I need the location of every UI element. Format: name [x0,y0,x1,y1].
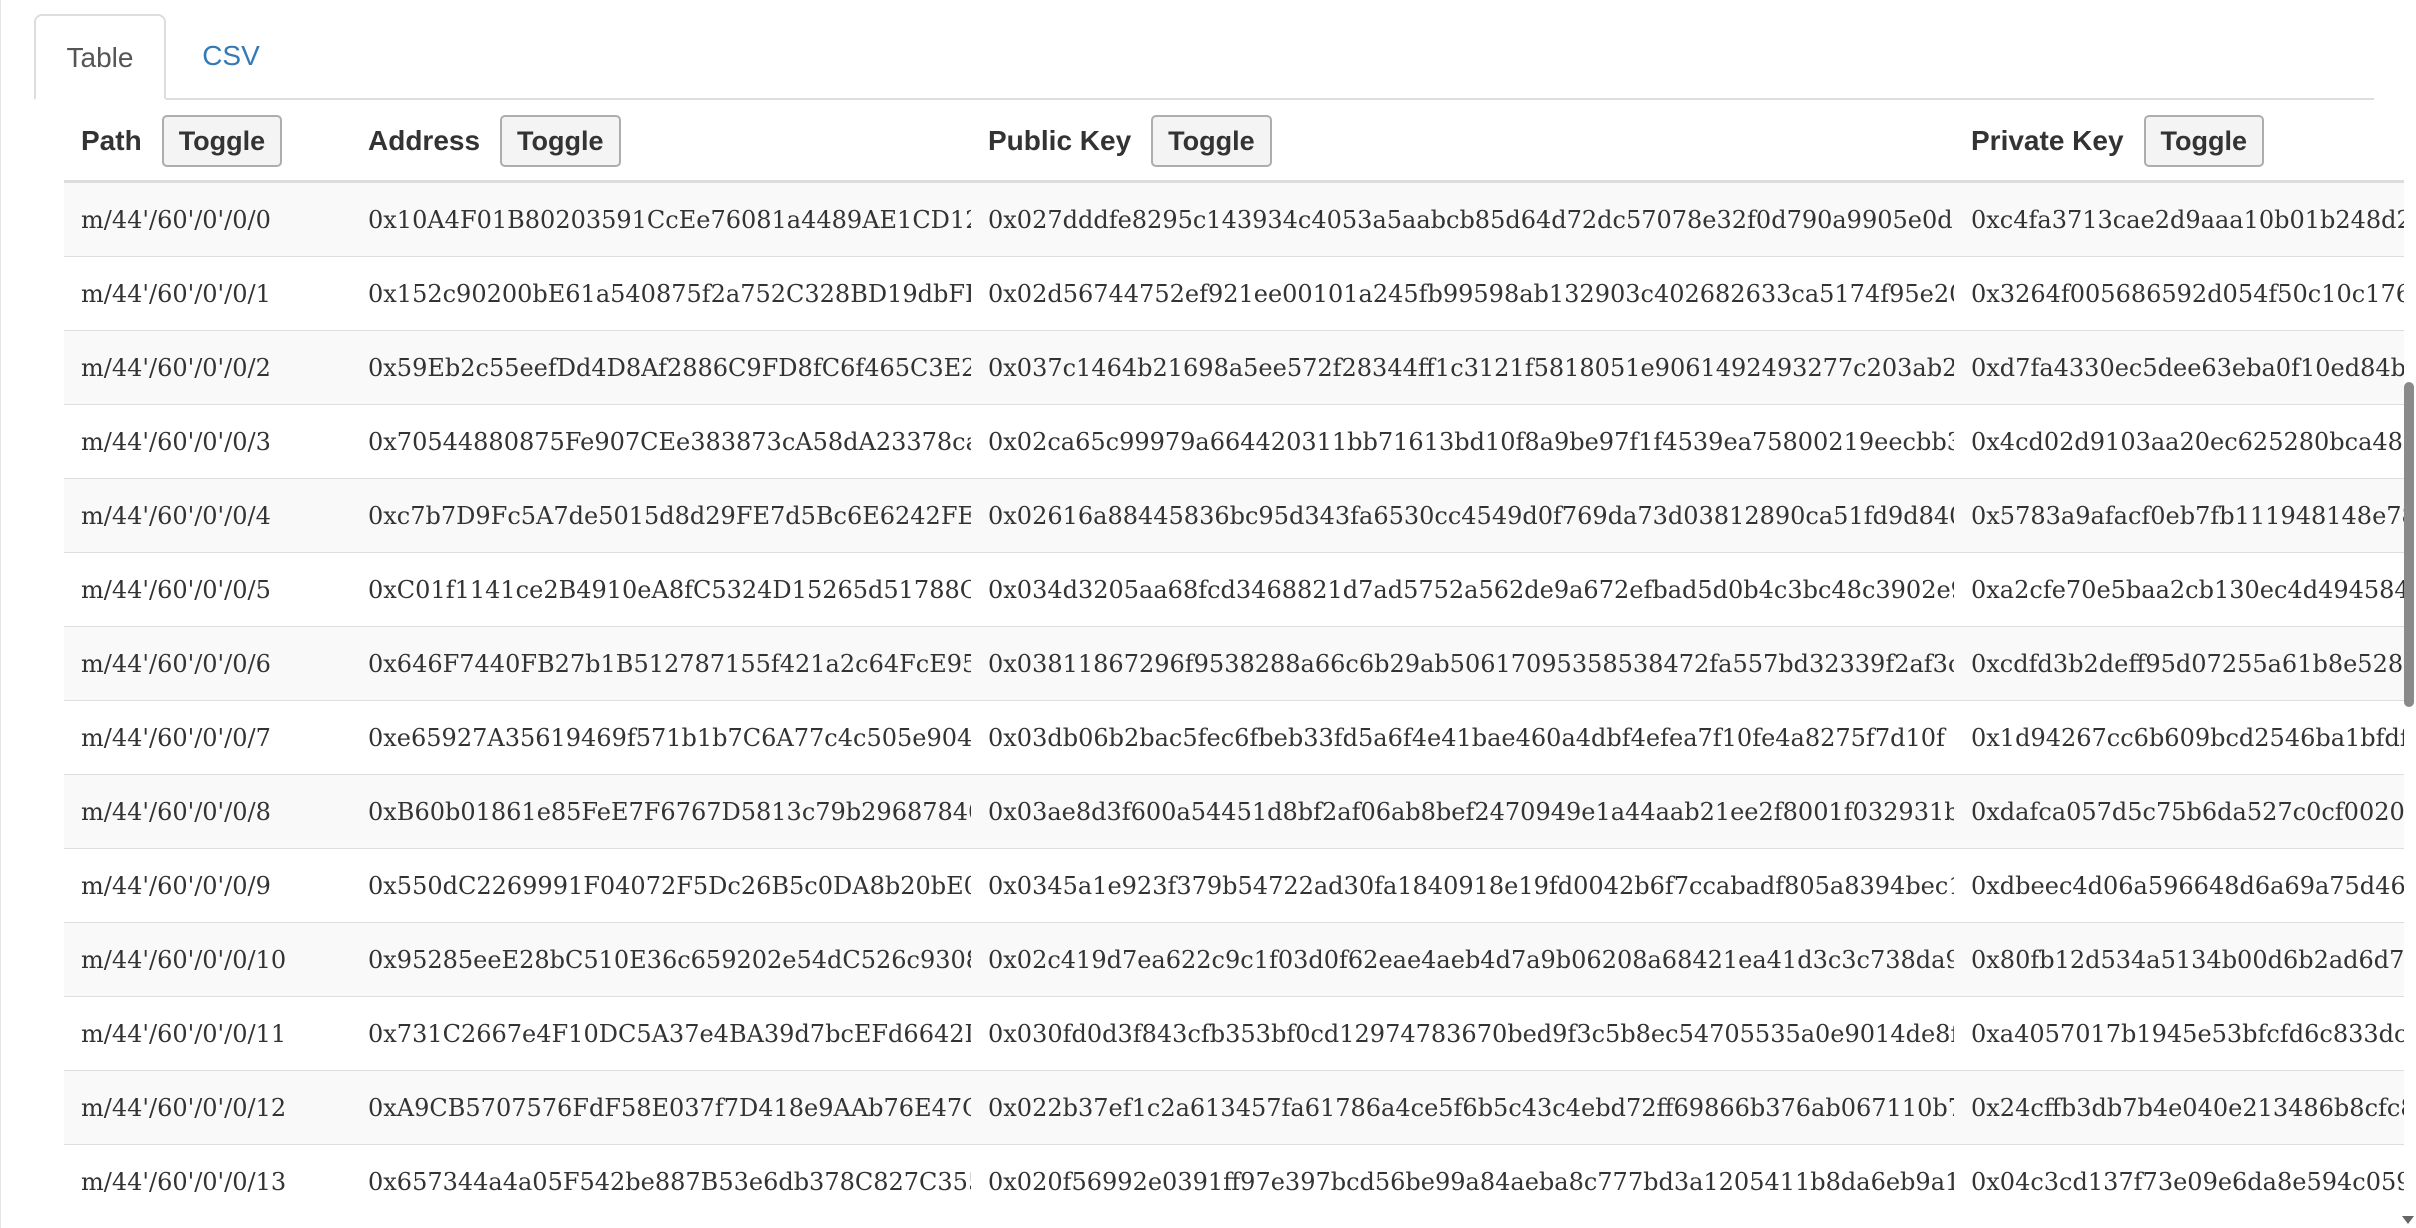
address-cell: 0x59Eb2c55eefDd4D8Af2886C9FD8fC6f465C3E2… [351,330,971,405]
public-key-cell: 0x034d3205aa68fcd3468821d7ad5752a562de9a… [971,552,1954,627]
path-cell: m/44'/60'/0'/0/2 [64,330,351,405]
private-key-cell: 0x5783a9afacf0eb7fb111948148e787 [1954,478,2404,553]
public-key-toggle-button[interactable]: Toggle [1151,115,1272,167]
address-cell: 0xA9CB5707576FdF58E037f7D418e9AAb76E47CD… [351,1070,971,1145]
public-key-cell: 0x0345a1e923f379b54722ad30fa1840918e19fd… [971,848,1954,923]
address-cell: 0x731C2667e4F10DC5A37e4BA39d7bcEFd6642DB… [351,996,971,1071]
table-row: m/44'/60'/0'/0/3 0x70544880875Fe907CEe383… [64,404,2404,479]
tab-csv[interactable]: CSV [166,14,296,98]
public-key-column-header: Public Key Toggle [971,102,1954,183]
scrollbar-thumb[interactable] [2404,382,2414,707]
address-column-header: Address Toggle [351,102,971,183]
derived-addresses-table-container: Path Toggle Address Toggle Public Key Toggl… [64,102,2404,1228]
table-body: m/44'/60'/0'/0/0 0x10A4F01B80203591CcEe76… [64,181,2404,1218]
path-column-header: Path Toggle [64,102,351,183]
path-cell: m/44'/60'/0'/0/7 [64,700,351,775]
private-key-cell: 0xdafca057d5c75b6da527c0cf002030 [1954,774,2404,849]
table-row: m/44'/60'/0'/0/9 0x550dC2269991F04072F5Dc… [64,848,2404,923]
private-key-cell: 0xa2cfe70e5baa2cb130ec4d494584a9 [1954,552,2404,627]
public-key-cell: 0x02616a88445836bc95d343fa6530cc4549d0f7… [971,478,1954,553]
path-toggle-button[interactable]: Toggle [161,115,283,167]
private-key-cell: 0x24cffb3db7b4e040e213486b8cfc82 [1954,1070,2404,1145]
table-row: m/44'/60'/0'/0/8 0xB60b01861e85FeE7F6767D… [64,774,2404,849]
address-toggle-button[interactable]: Toggle [500,115,621,167]
path-cell: m/44'/60'/0'/0/9 [64,848,351,923]
path-cell: m/44'/60'/0'/0/10 [64,922,351,997]
table-row: m/44'/60'/0'/0/5 0xC01f1141ce2B4910eA8fC5… [64,552,2404,627]
table-row: m/44'/60'/0'/0/11 0x731C2667e4F10DC5A37e4… [64,996,2404,1071]
public-key-cell: 0x037c1464b21698a5ee572f28344ff1c3121f58… [971,330,1954,405]
address-cell: 0x646F7440FB27b1B512787155f421a2c64FcE95… [351,626,971,701]
address-cell: 0x550dC2269991F04072F5Dc26B5c0DA8b20bE0b… [351,848,971,923]
private-key-cell: 0x1d94267cc6b609bcd2546ba1bfdfb6 [1954,700,2404,775]
address-header-label: Address [368,125,481,156]
path-cell: m/44'/60'/0'/0/5 [64,552,351,627]
table-header-row: Path Toggle Address Toggle Public Key Toggl… [64,102,2404,183]
private-key-cell: 0x4cd02d9103aa20ec625280bca480c7 [1954,404,2404,479]
path-cell: m/44'/60'/0'/0/1 [64,256,351,331]
address-cell: 0xc7b7D9Fc5A7de5015d8d29FE7d5Bc6E6242FEc… [351,478,971,553]
address-cell: 0x152c90200bE61a540875f2a752C328BD19dbFB… [351,256,971,331]
tab-table[interactable]: Table [34,14,166,100]
private-key-toggle-button[interactable]: Toggle [2143,115,2265,167]
private-key-cell: 0xc4fa3713cae2d9aaa10b01b248d233 [1954,181,2404,257]
address-cell: 0x10A4F01B80203591CcEe76081a4489AE1CD128… [351,181,971,257]
private-key-cell: 0x04c3cd137f73e09e6da8e594c05942 [1954,1144,2404,1218]
path-cell: m/44'/60'/0'/0/4 [64,478,351,553]
private-key-cell: 0xd7fa4330ec5dee63eba0f10ed84b3a [1954,330,2404,405]
table-row: m/44'/60'/0'/0/1 0x152c90200bE61a540875f2… [64,256,2404,331]
public-key-cell: 0x02c419d7ea622c9c1f03d0f62eae4aeb4d7a9b… [971,922,1954,997]
path-cell: m/44'/60'/0'/0/0 [64,181,351,257]
public-key-cell: 0x027dddfe8295c143934c4053a5aabcb85d64d7… [971,181,1954,257]
public-key-cell: 0x03ae8d3f600a54451d8bf2af06ab8bef247094… [971,774,1954,849]
table-row: m/44'/60'/0'/0/4 0xc7b7D9Fc5A7de5015d8d29… [64,478,2404,553]
table-row: m/44'/60'/0'/0/13 0x657344a4a05F542be887B… [64,1144,2404,1218]
path-cell: m/44'/60'/0'/0/11 [64,996,351,1071]
derived-addresses-table: Path Toggle Address Toggle Public Key Toggl… [64,102,2404,1218]
private-key-cell: 0xdbeec4d06a596648d6a69a75d460e7 [1954,848,2404,923]
tab-bar: Table CSV [34,14,2374,100]
path-cell: m/44'/60'/0'/0/3 [64,404,351,479]
public-key-cell: 0x022b37ef1c2a613457fa61786a4ce5f6b5c43c… [971,1070,1954,1145]
public-key-cell: 0x02d56744752ef921ee00101a245fb99598ab13… [971,256,1954,331]
path-cell: m/44'/60'/0'/0/8 [64,774,351,849]
address-cell: 0x657344a4a05F542be887B53e6db378C827C355… [351,1144,971,1218]
path-cell: m/44'/60'/0'/0/12 [64,1070,351,1145]
public-key-cell: 0x020f56992e0391ff97e397bcd56be99a84aeba… [971,1144,1954,1218]
table-row: m/44'/60'/0'/0/2 0x59Eb2c55eefDd4D8Af2886… [64,330,2404,405]
public-key-cell: 0x03811867296f9538288a66c6b29ab506170953… [971,626,1954,701]
public-key-cell: 0x03db06b2bac5fec6fbeb33fd5a6f4e41bae460… [971,700,1954,775]
scroll-down-arrow-icon[interactable] [2402,1216,2414,1224]
private-key-cell: 0x3264f005686592d054f50c10c176bf [1954,256,2404,331]
path-cell: m/44'/60'/0'/0/6 [64,626,351,701]
private-key-cell: 0xcdfd3b2deff95d07255a61b8e5283a [1954,626,2404,701]
table-row: m/44'/60'/0'/0/10 0x95285eeE28bC510E36c65… [64,922,2404,997]
address-cell: 0xB60b01861e85FeE7F6767D5813c79b29687840… [351,774,971,849]
public-key-cell: 0x02ca65c99979a664420311bb71613bd10f8a9b… [971,404,1954,479]
table-row: m/44'/60'/0'/0/7 0xe65927A35619469f571b1b… [64,700,2404,775]
private-key-header-label: Private Key [1971,125,2124,156]
private-key-column-header: Private Key Toggle [1954,102,2404,183]
private-key-cell: 0x80fb12d534a5134b00d6b2ad6d793c [1954,922,2404,997]
table-row: m/44'/60'/0'/0/6 0x646F7440FB27b1B5127871… [64,626,2404,701]
address-cell: 0x95285eeE28bC510E36c659202e54dC526c9308… [351,922,971,997]
address-cell: 0x70544880875Fe907CEe383873cA58dA23378ca… [351,404,971,479]
public-key-cell: 0x030fd0d3f843cfb353bf0cd12974783670bed9… [971,996,1954,1071]
table-row: m/44'/60'/0'/0/0 0x10A4F01B80203591CcEe76… [64,181,2404,257]
vertical-scrollbar[interactable] [2402,100,2416,1228]
path-header-label: Path [81,125,142,156]
path-cell: m/44'/60'/0'/0/13 [64,1144,351,1218]
table-row: m/44'/60'/0'/0/12 0xA9CB5707576FdF58E037f… [64,1070,2404,1145]
public-key-header-label: Public Key [988,125,1132,156]
address-cell: 0xe65927A35619469f571b1b7C6A77c4c505e904… [351,700,971,775]
private-key-cell: 0xa4057017b1945e53bfcfd6c833dc12 [1954,996,2404,1071]
address-cell: 0xC01f1141ce2B4910eA8fC5324D15265d51788C… [351,552,971,627]
